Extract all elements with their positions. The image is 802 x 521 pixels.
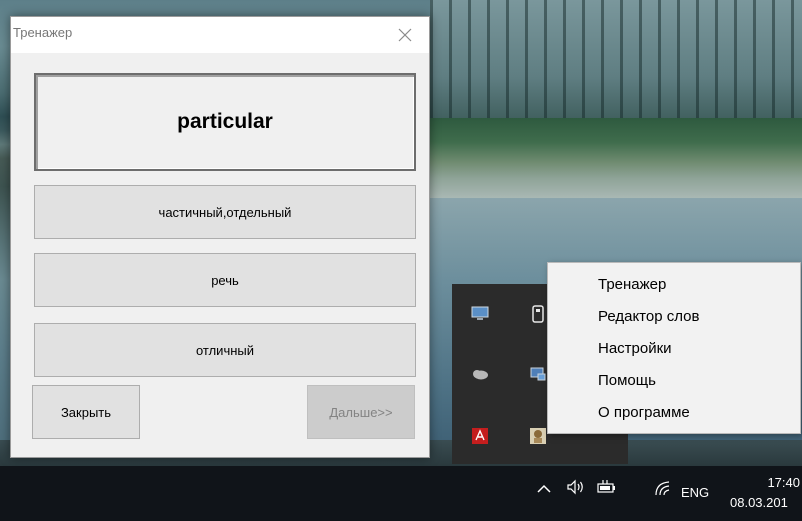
- adobe-icon[interactable]: [470, 426, 490, 446]
- close-icon: [398, 28, 412, 42]
- chevron-up-icon[interactable]: [537, 480, 551, 498]
- wallpaper-trees: [430, 0, 802, 128]
- title-bar[interactable]: Тренажер: [11, 17, 429, 53]
- window-title: Тренажер: [13, 25, 73, 40]
- answer-option-1[interactable]: частичный,отдельный: [34, 185, 416, 239]
- window-close-button[interactable]: [383, 17, 427, 53]
- tray-context-menu: Тренажер Редактор слов Настройки Помощь …: [547, 262, 801, 434]
- speaker-icon[interactable]: [566, 479, 586, 499]
- wifi-icon[interactable]: [654, 480, 672, 500]
- menu-item-about[interactable]: О программе: [548, 397, 800, 429]
- monitor-icon[interactable]: [470, 304, 490, 324]
- network-icon[interactable]: [528, 364, 548, 384]
- taskbar: ENG 17:40 08.03.201: [0, 466, 802, 521]
- clock-time[interactable]: 17:40: [736, 475, 800, 490]
- menu-item-help[interactable]: Помощь: [548, 365, 800, 397]
- word-display[interactable]: particular: [34, 73, 416, 171]
- menu-item-settings[interactable]: Настройки: [548, 333, 800, 365]
- cloud-icon[interactable]: [470, 364, 490, 384]
- language-indicator[interactable]: ENG: [681, 485, 709, 500]
- menu-item-word-editor[interactable]: Редактор слов: [548, 301, 800, 333]
- app-icon[interactable]: [528, 426, 548, 446]
- wallpaper-shore: [430, 118, 802, 198]
- trainer-window: Тренажер particular частичный,отдельный …: [10, 16, 430, 458]
- answer-option-2[interactable]: речь: [34, 253, 416, 307]
- close-button[interactable]: Закрыть: [32, 385, 140, 439]
- menu-item-trainer[interactable]: Тренажер: [548, 269, 800, 301]
- answer-option-3[interactable]: отличный: [34, 323, 416, 377]
- battery-icon[interactable]: [597, 480, 617, 498]
- clock-date[interactable]: 08.03.201: [730, 495, 802, 510]
- usb-drive-icon[interactable]: [528, 304, 548, 324]
- next-button[interactable]: Дальше>>: [307, 385, 415, 439]
